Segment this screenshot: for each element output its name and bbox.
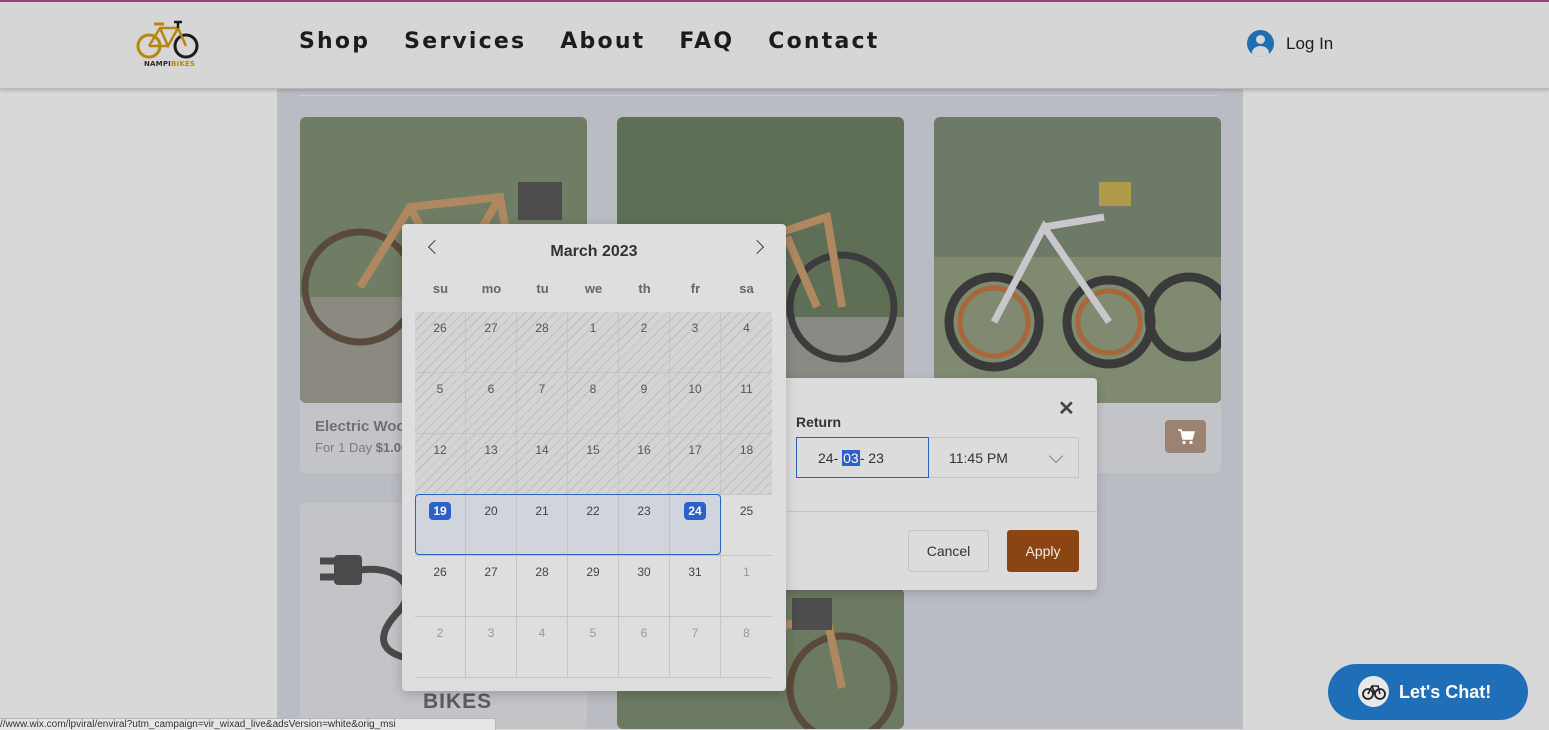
calendar-day: 14 (517, 434, 568, 495)
logo-text-accent: BIKES (170, 60, 196, 68)
nav-contact[interactable]: Contact (768, 29, 879, 54)
calendar-day: 5 (415, 373, 466, 434)
calendar-day: 18 (721, 434, 772, 495)
calendar-day: 2 (619, 312, 670, 373)
nav-shop[interactable]: Shop (299, 29, 370, 54)
calendar-day[interactable]: 26 (415, 556, 466, 617)
date-day[interactable]: 24 (818, 450, 834, 466)
login-label: Log In (1286, 33, 1334, 53)
time-value: 11:45 PM (949, 449, 1008, 466)
login-button[interactable]: Log In (1247, 30, 1333, 57)
calendar-day: 7 (517, 373, 568, 434)
calendar-day[interactable]: 21 (517, 495, 568, 556)
calendar-day[interactable]: 23 (619, 495, 670, 556)
calendar-day: 1 (568, 312, 619, 373)
calendar-day: 8 (568, 373, 619, 434)
chat-label: Let's Chat! (1399, 682, 1492, 702)
calendar-day: 10 (670, 373, 721, 434)
calendar-day: 28 (517, 312, 568, 373)
weekday-label: su (432, 281, 449, 296)
logo-text: NAMPIBIKES (144, 60, 195, 68)
calendar-day: 6 (466, 373, 517, 434)
nav-about[interactable]: About (560, 29, 645, 54)
return-datetime-panel: ✕ Return 24- 03- 23 11:45 PM Cancel Appl… (782, 378, 1097, 590)
date-year[interactable]: 23 (868, 450, 884, 466)
calendar-day[interactable]: 6 (619, 617, 670, 678)
calendar-day[interactable]: 2 (415, 617, 466, 678)
site-header: NAMPIBIKES Shop Services About FAQ Conta… (0, 2, 1549, 89)
calendar-day[interactable]: 5 (568, 617, 619, 678)
calendar-day-selected[interactable]: 19 (415, 495, 466, 556)
status-bar-url: //www.wix.com/lpviral/enviral?utm_campai… (0, 718, 496, 730)
calendar-day: 27 (466, 312, 517, 373)
calendar-day[interactable]: 4 (517, 617, 568, 678)
weekday-label: sa (739, 281, 754, 296)
calendar-day[interactable]: 20 (466, 495, 517, 556)
calendar-day[interactable]: 22 (568, 495, 619, 556)
date-month[interactable]: 03 (842, 449, 860, 466)
calendar-day[interactable]: 31 (670, 556, 721, 617)
selected-day-badge: 19 (429, 502, 451, 520)
product-price: For 1 Day $1.00 (315, 440, 408, 455)
calendar-day: 4 (721, 312, 772, 373)
calendar-day: 13 (466, 434, 517, 495)
add-to-cart-button[interactable] (1165, 420, 1206, 453)
calendar-day: 17 (670, 434, 721, 495)
return-date-input[interactable]: 24- 03- 23 (796, 437, 929, 478)
weekday-label: mo (481, 281, 502, 296)
nav-services[interactable]: Services (404, 29, 526, 54)
brand-text: BIKES (423, 690, 493, 713)
calendar-day[interactable]: 3 (466, 617, 517, 678)
bike-logo-icon (136, 20, 199, 59)
return-time-select[interactable]: 11:45 PM (929, 437, 1079, 478)
calendar-day[interactable]: 8 (721, 617, 772, 678)
nav-faq[interactable]: FAQ (679, 29, 734, 54)
weekday-label: th (638, 281, 651, 296)
calendar-day: 26 (415, 312, 466, 373)
main-menu: Shop Services About FAQ Contact (299, 29, 880, 54)
cart-icon (1177, 428, 1195, 444)
calendar-day: 11 (721, 373, 772, 434)
close-icon[interactable]: ✕ (1058, 396, 1075, 421)
price-prefix: For 1 Day (315, 440, 373, 455)
return-label: Return (796, 414, 842, 430)
calendar-day[interactable]: 1 (721, 556, 772, 617)
selected-day-badge: 24 (684, 502, 706, 520)
product-image-beach-cruisers[interactable] (934, 117, 1221, 403)
weekday-label: tu (536, 281, 549, 296)
chevron-down-icon (1048, 448, 1064, 464)
weekday-label: we (584, 281, 603, 296)
calendar-month-title: March 2023 (550, 243, 638, 260)
calendar-day[interactable]: 29 (568, 556, 619, 617)
calendar-day: 3 (670, 312, 721, 373)
product-title[interactable]: Electric Wood (315, 418, 415, 435)
calendar-day[interactable]: 7 (670, 617, 721, 678)
calendar-day[interactable]: 30 (619, 556, 670, 617)
calendar-day[interactable]: 27 (466, 556, 517, 617)
lets-chat-button[interactable]: Let's Chat! (1328, 664, 1528, 720)
calendar-day: 12 (415, 434, 466, 495)
calendar-day: 9 (619, 373, 670, 434)
logo-text-main: NAMPI (144, 60, 171, 68)
calendar-day: 16 (619, 434, 670, 495)
apply-button[interactable]: Apply (1007, 530, 1079, 572)
chat-bike-logo-icon (1358, 676, 1389, 707)
calendar-day[interactable]: 25 (721, 495, 772, 556)
calendar-day[interactable]: 28 (517, 556, 568, 617)
panel-divider (782, 511, 1097, 512)
weekday-label: fr (690, 281, 701, 296)
user-avatar-icon (1247, 30, 1274, 57)
calendar-day: 15 (568, 434, 619, 495)
calendar-day-selected[interactable]: 24 (670, 495, 721, 556)
cancel-button[interactable]: Cancel (908, 530, 989, 572)
section-divider (300, 95, 1218, 96)
date-picker-calendar: March 2023 su mo tu we th fr sa 26 27 28 1 2 3 4 5 6 7 8… (402, 224, 786, 691)
